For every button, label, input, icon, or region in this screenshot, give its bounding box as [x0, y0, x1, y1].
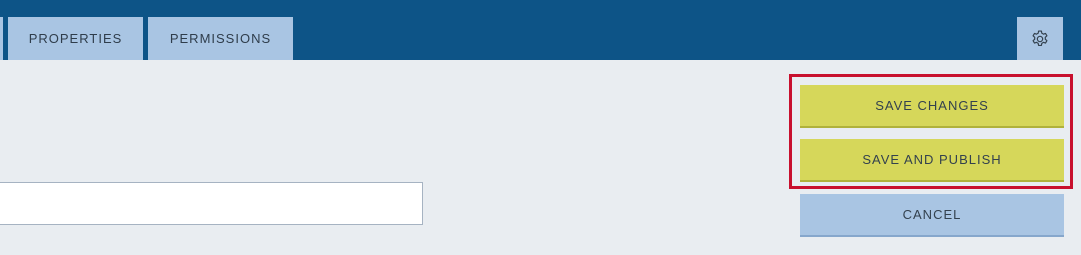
top-navigation-bar: PROPERTIES PERMISSIONS [0, 0, 1081, 60]
save-changes-button[interactable]: SAVE CHANGES [800, 85, 1064, 128]
save-and-publish-button[interactable]: SAVE AND PUBLISH [800, 139, 1064, 182]
cancel-label: CANCEL [902, 207, 962, 222]
cancel-button[interactable]: CANCEL [800, 194, 1064, 237]
tab-permissions-label: PERMISSIONS [169, 31, 272, 46]
text-input-field[interactable] [0, 182, 423, 225]
settings-button[interactable] [1017, 17, 1063, 60]
gear-icon [1032, 30, 1048, 46]
save-changes-label: SAVE CHANGES [875, 98, 989, 113]
tab-properties[interactable]: PROPERTIES [8, 17, 143, 60]
tab-properties-label: PROPERTIES [28, 31, 123, 46]
save-and-publish-label: SAVE AND PUBLISH [862, 152, 1002, 167]
tab-partial-left[interactable] [0, 17, 3, 60]
tab-permissions[interactable]: PERMISSIONS [148, 17, 293, 60]
